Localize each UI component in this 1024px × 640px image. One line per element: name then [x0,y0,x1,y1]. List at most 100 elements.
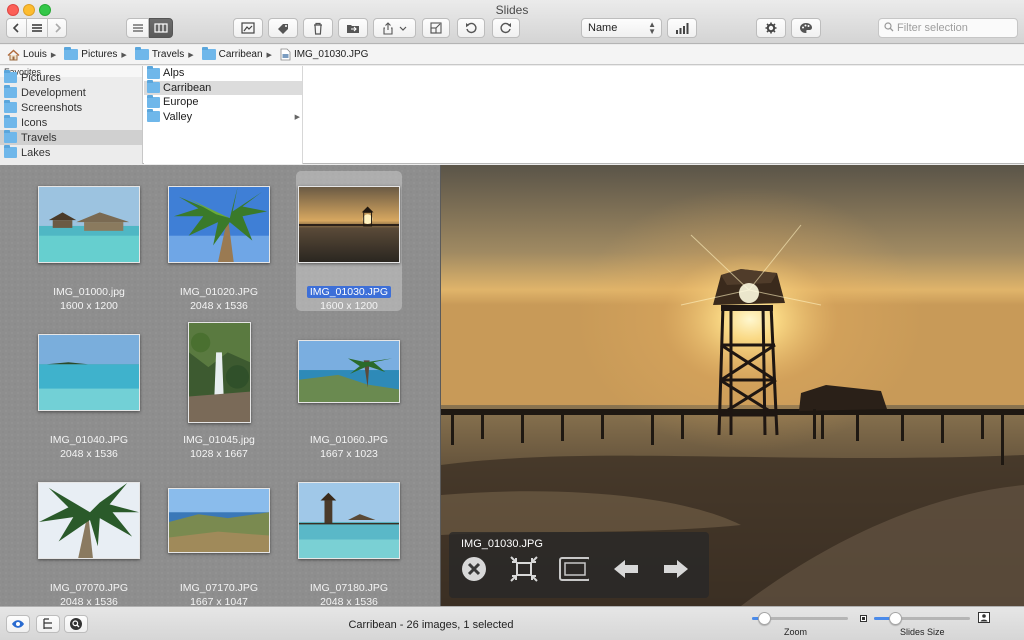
thumbnail-image[interactable] [298,340,400,403]
thumbnail-cell-selected[interactable]: IMG_01030.JPG 1600 x 1200 [296,171,402,312]
thumbnail-name: IMG_01020.JPG [179,286,259,298]
history-menu-button[interactable] [27,18,47,38]
window-title: Slides [495,3,529,17]
sidebar-item-label: Development [21,86,86,99]
thumbnail-cell[interactable]: IMG_01060.JPG 1667 x 1023 [296,319,402,460]
move-to-folder-button[interactable] [338,18,368,38]
slides-size-slider[interactable] [874,612,970,625]
thumbnail-cell[interactable]: IMG_01040.JPG 2048 x 1536 [36,319,142,460]
colors-button[interactable] [791,18,821,38]
sidebar-item-label: Travels [21,131,57,144]
list-view-button[interactable] [126,18,149,38]
thumbnail-image[interactable] [168,186,270,263]
sidebar-item-icons[interactable]: Icons [0,115,142,130]
filter-input[interactable]: Filter selection [878,18,1018,38]
thumbnail-size: 1028 x 1667 [190,448,248,460]
sort-select-value: Name [588,22,618,34]
path-label: Travels [151,49,185,60]
list-view-icon [132,24,143,32]
column-item-valley[interactable]: Valley ▶ [144,109,302,125]
set-desktop-button[interactable] [233,18,263,38]
thumbnail-image[interactable] [38,186,140,263]
zoom-slider[interactable] [752,612,848,625]
browser-pane: Favorites Pictures Development Screensho… [0,65,1024,164]
sidebar: Favorites Pictures Development Screensho… [0,66,143,164]
thumbnail-cell[interactable]: IMG_01020.JPG 2048 x 1536 [166,171,272,312]
zoom-label: Zoom [784,627,808,637]
thumbnail-image[interactable] [188,322,251,423]
tag-button[interactable] [268,18,298,38]
column-view-button[interactable] [149,18,173,38]
folder-icon [147,94,160,108]
trash-button[interactable] [303,18,333,38]
share-button[interactable] [373,18,416,38]
image-preview[interactable]: IMG_01030.JPG [441,165,1024,606]
thumbnail-cell[interactable]: IMG_01000.jpg 1600 x 1200 [36,171,142,312]
rotate-left-button[interactable] [457,18,485,38]
path-separator-icon: ▶ [266,51,272,59]
column-item-carribean[interactable]: Carribean [144,80,302,95]
sort-order-button[interactable] [667,18,697,38]
path-separator-icon: ▶ [188,51,194,59]
folder-icon [201,47,216,60]
previous-image-button[interactable] [611,554,641,584]
thumbnail-name: IMG_07170.JPG [179,582,259,594]
sort-select[interactable]: Name ▲ ▼ [581,18,662,38]
small-slides-icon [860,615,867,622]
folder-icon [147,109,160,123]
thumbnail-image[interactable] [168,488,270,553]
sidebar-item-screenshots[interactable]: Screenshots [0,100,142,115]
column-item-europe[interactable]: Europe [144,94,302,110]
zoom-slider-knob[interactable] [758,612,771,625]
thumbnail-grid: IMG_01000.jpg 1600 x 1200 IMG_01020.JPG … [0,165,440,606]
thumbnail-size: 1600 x 1200 [320,300,378,312]
thumbnail-image[interactable] [298,482,400,559]
folder-icon [4,145,17,158]
fit-to-window-button[interactable] [509,554,539,584]
path-label: Louis [23,49,47,60]
path-item-file[interactable]: IMG_01030.JPG [280,48,368,61]
column-item-alps[interactable]: Alps [144,65,302,81]
slides-size-slider-knob[interactable] [889,612,902,625]
thumbnail-cell[interactable]: IMG_01045.jpg 1028 x 1667 [166,319,272,460]
path-item-louis[interactable]: Louis ▶ [7,49,60,61]
palette-icon [800,23,812,33]
folder-icon [4,70,17,83]
sidebar-item-label: Pictures [21,71,61,84]
close-preview-button[interactable] [459,554,489,584]
thumbnail-image[interactable] [38,334,140,411]
close-circle-icon [462,557,486,581]
thumbnail-cell[interactable]: IMG_07070.JPG 2048 x 1536 [36,467,142,606]
updown-arrows-icon: ▲ ▼ [648,20,656,36]
rotate-right-icon [500,22,511,34]
path-item-travels[interactable]: Travels ▶ [134,47,198,60]
sidebar-item-pictures[interactable]: Pictures [0,70,142,85]
path-item-carribean[interactable]: Carribean ▶ [201,47,276,60]
thumbnail-name-selected: IMG_01030.JPG [306,286,392,298]
path-label: Carribean [218,49,263,60]
thumbnail-cell[interactable]: IMG_07180.JPG 2048 x 1536 [296,467,402,606]
slideshow-button[interactable] [559,554,589,584]
settings-button[interactable] [756,18,786,38]
disclosure-arrow-icon: ▶ [294,113,300,121]
resize-button[interactable] [422,18,450,38]
folder-icon [4,130,17,143]
thumbnail-name: IMG_01040.JPG [49,434,129,446]
rotate-right-button[interactable] [492,18,520,38]
fit-window-icon [510,556,538,582]
path-item-pictures[interactable]: Pictures ▶ [64,47,131,60]
thumbnail-name: IMG_07180.JPG [309,582,389,594]
thumbnail-cell[interactable]: IMG_07170.JPG 1667 x 1047 [166,467,272,606]
folder-icon [4,85,17,98]
chevron-left-icon [12,23,19,33]
forward-button[interactable] [48,18,67,38]
thumbnail-image[interactable] [38,482,140,559]
sidebar-item-lakes[interactable]: Lakes [0,145,142,160]
sidebar-item-travels[interactable]: Travels [0,130,142,145]
sidebar-item-development[interactable]: Development [0,85,142,100]
thumbnail-image[interactable] [298,186,400,263]
back-button[interactable] [6,18,26,38]
trash-icon [314,22,322,35]
next-image-button[interactable] [661,554,691,584]
folder-icon [4,115,17,128]
